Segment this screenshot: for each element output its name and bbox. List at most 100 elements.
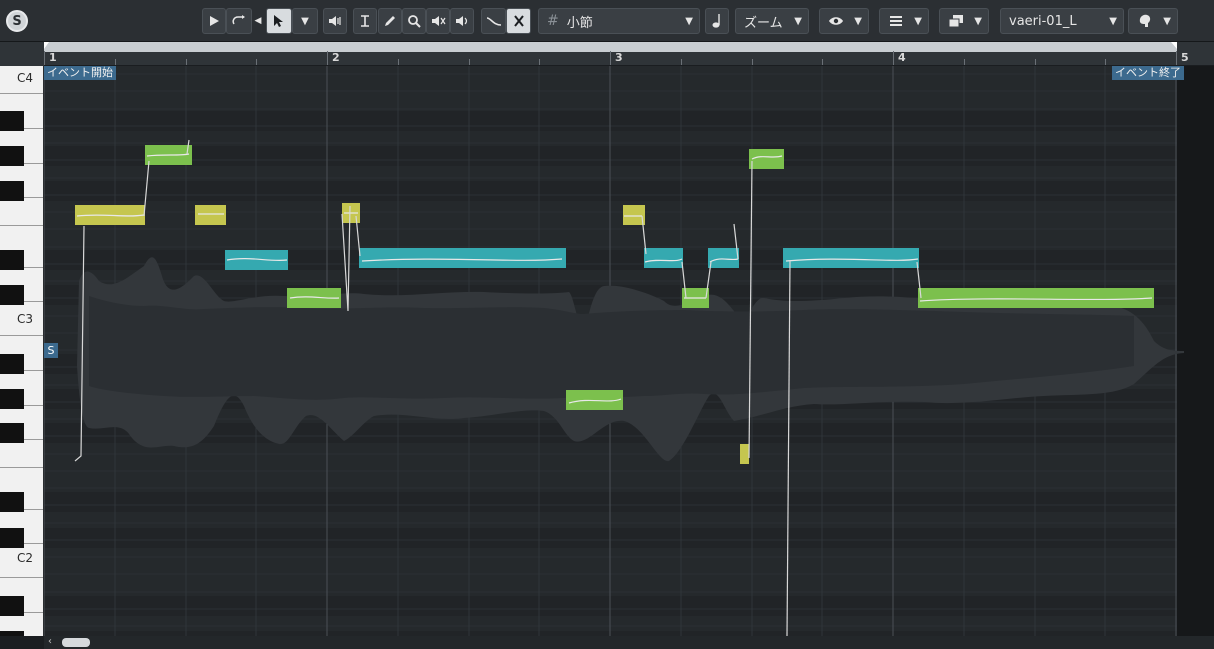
vst-dropdown[interactable]: ▼ [1128, 8, 1178, 34]
event-end-marker[interactable]: イベント終了 [1112, 66, 1184, 80]
window-icon [948, 15, 963, 28]
black-key[interactable] [0, 146, 24, 166]
note-segment [644, 248, 683, 268]
play-icon [210, 16, 219, 26]
horizontal-scrollbar[interactable]: ‹ [44, 636, 1214, 649]
event-start-marker[interactable]: イベント開始 [44, 66, 116, 80]
mute-icon [329, 16, 341, 26]
pencil-button[interactable] [378, 8, 402, 34]
object-select-button[interactable] [266, 8, 292, 34]
ruler-tick [893, 51, 894, 65]
bar-number-2: 2 [332, 51, 340, 64]
chevron-down-icon: ▼ [685, 15, 693, 27]
zoom-label: ズーム [744, 15, 783, 31]
speaker-button[interactable] [450, 8, 474, 34]
chevron-down-icon: ▼ [974, 15, 982, 27]
note-segment [749, 149, 784, 169]
window-dropdown[interactable]: ▼ [939, 8, 989, 34]
note-segment [740, 444, 749, 464]
toolbar: S ◀ ▼ # 小節 ▼ ズーム ▼ ▼ ▼ ▼ vaeri-01_L ▼ ▼ [0, 0, 1214, 42]
ruler-tick [610, 51, 611, 65]
speaker-icon [456, 16, 468, 26]
note-segment [708, 248, 739, 268]
variaudio-editor: S ◀ ▼ # 小節 ▼ ズーム ▼ ▼ ▼ ▼ vaeri-01_L ▼ ▼ … [0, 0, 1214, 649]
loop-icon [232, 15, 245, 25]
ruler-tick [1105, 59, 1106, 65]
transport-triangle[interactable]: ◀ [253, 8, 263, 34]
black-key[interactable] [0, 492, 24, 512]
bar-number-4: 4 [898, 51, 906, 64]
key-label-c4: C4 [17, 71, 34, 85]
ruler-tick [469, 59, 470, 65]
ruler-tick [822, 59, 823, 65]
object-select-icon [274, 15, 283, 27]
black-key[interactable] [0, 111, 24, 131]
black-key[interactable] [0, 423, 24, 443]
play-button[interactable] [202, 8, 226, 34]
pitch-curve-button[interactable] [481, 8, 506, 34]
black-key[interactable] [0, 528, 24, 548]
logo-letter: S [12, 13, 22, 29]
grid-icon: # [547, 13, 559, 29]
ruler-tick [1176, 51, 1177, 65]
black-key[interactable] [0, 389, 24, 409]
bar-number-5: 5 [1181, 51, 1189, 64]
layers-icon [890, 16, 902, 26]
ruler-tick [1035, 59, 1036, 65]
ruler-tick [327, 51, 328, 65]
chevron-down-icon: ▼ [1109, 15, 1117, 27]
snap-icon [513, 15, 524, 27]
scroll-left-icon[interactable]: ‹ [48, 636, 52, 647]
note-icon [712, 14, 720, 28]
erase-button[interactable] [426, 8, 450, 34]
ruler-tick [115, 59, 116, 65]
ruler-tick [44, 51, 45, 65]
black-key[interactable] [0, 250, 24, 270]
track-dropdown[interactable]: vaeri-01_L ▼ [1000, 8, 1124, 34]
snap-button[interactable] [506, 8, 531, 34]
zoom-icon [408, 15, 421, 28]
pitch-editor[interactable]: イベント開始 イベント終了 S [44, 66, 1214, 636]
range-icon [361, 15, 369, 27]
note-segment [195, 205, 226, 225]
black-key[interactable] [0, 285, 24, 305]
note-length-button[interactable] [705, 8, 729, 34]
zoom-dropdown[interactable]: ズーム ▼ [735, 8, 809, 34]
visibility-dropdown[interactable]: ▼ [819, 8, 869, 34]
mute-button[interactable] [323, 8, 347, 34]
editor-canvas[interactable] [44, 66, 1214, 636]
piano-keyboard[interactable]: C4 C3 C2 [0, 66, 44, 636]
chevron-down-icon: ▼ [854, 15, 862, 27]
ruler-tick [964, 59, 965, 65]
solo-icon[interactable]: S [6, 10, 28, 32]
quantize-label: 小節 [566, 15, 593, 31]
quantize-dropdown[interactable]: # 小節 ▼ [538, 8, 700, 34]
note-segment [359, 248, 566, 268]
loop-button[interactable] [226, 8, 252, 34]
bar-number-1: 1 [49, 51, 57, 64]
black-key[interactable] [0, 354, 24, 374]
pencil-icon [385, 16, 395, 26]
ruler-tick [256, 59, 257, 65]
ruler-tick [752, 59, 753, 65]
eye-icon [829, 17, 843, 25]
black-key[interactable] [0, 631, 24, 636]
black-key[interactable] [0, 181, 24, 201]
key-label-c2: C2 [17, 551, 34, 565]
tool-dropdown[interactable]: ▼ [292, 8, 318, 34]
pitch-curve-icon [486, 17, 501, 26]
zoom-button[interactable] [402, 8, 426, 34]
layers-dropdown[interactable]: ▼ [879, 8, 929, 34]
range-button[interactable] [353, 8, 377, 34]
ruler[interactable]: 1 2 3 4 5 [44, 42, 1214, 66]
chevron-down-icon: ▼ [794, 15, 802, 27]
avatar-icon [1139, 14, 1151, 27]
segment-marker[interactable]: S [44, 343, 58, 358]
ruler-tick [186, 59, 187, 65]
black-key[interactable] [0, 596, 24, 616]
erase-icon [432, 16, 446, 26]
keyboard-header [0, 42, 44, 66]
scrollbar-thumb[interactable] [62, 638, 90, 647]
chevron-down-icon: ▼ [914, 15, 922, 27]
note-segment [783, 248, 919, 268]
